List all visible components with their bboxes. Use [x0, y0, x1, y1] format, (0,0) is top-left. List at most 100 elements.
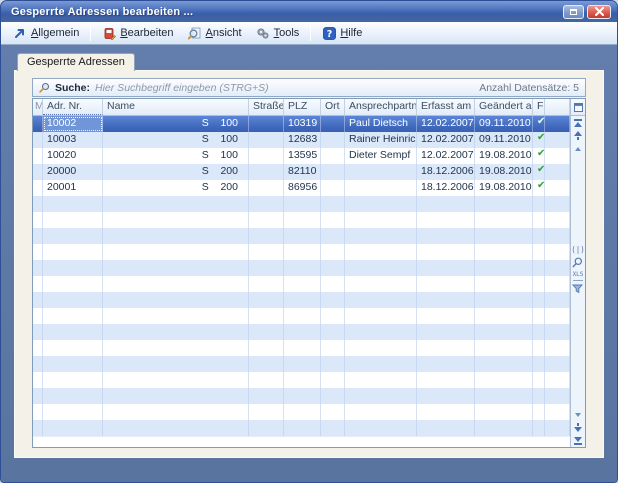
- cell-ansprechpartner[interactable]: [345, 356, 417, 372]
- cell-ansprechpartner[interactable]: [345, 308, 417, 324]
- cell-adr_nr[interactable]: 10020: [43, 148, 103, 164]
- column-header-plz[interactable]: PLZ: [284, 99, 321, 115]
- table-row[interactable]: [33, 404, 570, 420]
- column-header-erfasst_am[interactable]: Erfasst am: [417, 99, 475, 115]
- column-header-filler[interactable]: [545, 99, 570, 115]
- cell-ort[interactable]: [321, 388, 345, 404]
- cell-strasse[interactable]: [249, 420, 284, 436]
- cell-filler[interactable]: [545, 260, 570, 276]
- cell-adr_nr[interactable]: [43, 420, 103, 436]
- table-row[interactable]: [33, 308, 570, 324]
- cell-ort[interactable]: [321, 212, 345, 228]
- scroll-to-top-button[interactable]: [571, 116, 585, 129]
- cell-ort[interactable]: [321, 356, 345, 372]
- cell-f[interactable]: [533, 196, 545, 212]
- cell-plz[interactable]: [284, 324, 321, 340]
- cell-plz[interactable]: [284, 308, 321, 324]
- column-header-geaendert_am[interactable]: Geändert am: [475, 99, 533, 115]
- cell-name[interactable]: [103, 244, 249, 260]
- cell-ort[interactable]: [321, 324, 345, 340]
- cell-f[interactable]: ✔: [533, 164, 545, 180]
- cell-f[interactable]: [533, 356, 545, 372]
- cell-f[interactable]: [533, 388, 545, 404]
- cell-strasse[interactable]: [249, 116, 284, 132]
- cell-geaendert_am[interactable]: [475, 308, 533, 324]
- cell-plz[interactable]: [284, 196, 321, 212]
- cell-ansprechpartner[interactable]: [345, 196, 417, 212]
- cell-ansprechpartner[interactable]: [345, 388, 417, 404]
- cell-adr_nr[interactable]: [43, 388, 103, 404]
- table-row[interactable]: [33, 356, 570, 372]
- cell-ansprechpartner[interactable]: Rainer Heinrich: [345, 132, 417, 148]
- search-input[interactable]: Hier Suchbegriff eingeben (STRG+S): [95, 82, 474, 94]
- cell-ansprechpartner[interactable]: [345, 404, 417, 420]
- cell-f[interactable]: [533, 324, 545, 340]
- cell-strasse[interactable]: [249, 388, 284, 404]
- cell-m[interactable]: [33, 180, 43, 196]
- cell-adr_nr[interactable]: [43, 260, 103, 276]
- cell-plz[interactable]: [284, 212, 321, 228]
- cell-strasse[interactable]: [249, 212, 284, 228]
- cell-name[interactable]: S 100: [103, 132, 249, 148]
- cell-erfasst_am[interactable]: 18.12.2006: [417, 164, 475, 180]
- cell-erfasst_am[interactable]: 12.02.2007: [417, 148, 475, 164]
- cell-strasse[interactable]: [249, 356, 284, 372]
- cell-name[interactable]: [103, 372, 249, 388]
- table-row[interactable]: 20000S 2008211018.12.200619.08.2010✔: [33, 164, 570, 180]
- cell-m[interactable]: [33, 260, 43, 276]
- cell-strasse[interactable]: [249, 244, 284, 260]
- cell-f[interactable]: [533, 308, 545, 324]
- cell-f[interactable]: [533, 404, 545, 420]
- cell-ansprechpartner[interactable]: Dieter Sempf: [345, 148, 417, 164]
- cell-name[interactable]: S 200: [103, 164, 249, 180]
- cell-strasse[interactable]: [249, 228, 284, 244]
- title-bar[interactable]: Gesperrte Adressen bearbeiten ...: [1, 1, 617, 22]
- cell-geaendert_am[interactable]: [475, 260, 533, 276]
- cell-ansprechpartner[interactable]: [345, 372, 417, 388]
- cell-filler[interactable]: [545, 116, 570, 132]
- cell-ort[interactable]: [321, 292, 345, 308]
- cell-ort[interactable]: [321, 228, 345, 244]
- cell-ansprechpartner[interactable]: [345, 244, 417, 260]
- cell-adr_nr[interactable]: [43, 276, 103, 292]
- cell-ansprechpartner[interactable]: [345, 212, 417, 228]
- cell-adr_nr[interactable]: [43, 404, 103, 420]
- fit-columns-icon[interactable]: (|): [571, 246, 585, 254]
- cell-plz[interactable]: [284, 228, 321, 244]
- cell-f[interactable]: [533, 420, 545, 436]
- cell-ort[interactable]: [321, 340, 345, 356]
- cell-filler[interactable]: [545, 372, 570, 388]
- cell-ansprechpartner[interactable]: [345, 164, 417, 180]
- table-row[interactable]: [33, 372, 570, 388]
- cell-strasse[interactable]: [249, 372, 284, 388]
- cell-ort[interactable]: [321, 244, 345, 260]
- cell-adr_nr[interactable]: [43, 356, 103, 372]
- cell-plz[interactable]: [284, 404, 321, 420]
- cell-geaendert_am[interactable]: 19.08.2010: [475, 164, 533, 180]
- cell-adr_nr[interactable]: [43, 324, 103, 340]
- cell-filler[interactable]: [545, 292, 570, 308]
- cell-adr_nr[interactable]: [43, 212, 103, 228]
- cell-m[interactable]: [33, 308, 43, 324]
- cell-plz[interactable]: 86956: [284, 180, 321, 196]
- menu-item-ansicht[interactable]: Ansicht: [182, 24, 248, 42]
- cell-m[interactable]: [33, 420, 43, 436]
- cell-geaendert_am[interactable]: [475, 212, 533, 228]
- cell-erfasst_am[interactable]: [417, 212, 475, 228]
- cell-erfasst_am[interactable]: [417, 260, 475, 276]
- cell-name[interactable]: [103, 420, 249, 436]
- cell-ort[interactable]: [321, 132, 345, 148]
- cell-geaendert_am[interactable]: [475, 356, 533, 372]
- cell-name[interactable]: [103, 356, 249, 372]
- cell-erfasst_am[interactable]: [417, 356, 475, 372]
- cell-f[interactable]: [533, 292, 545, 308]
- cell-filler[interactable]: [545, 324, 570, 340]
- cell-strasse[interactable]: [249, 148, 284, 164]
- cell-f[interactable]: ✔: [533, 180, 545, 196]
- cell-m[interactable]: [33, 372, 43, 388]
- cell-name[interactable]: [103, 260, 249, 276]
- cell-adr_nr[interactable]: [43, 308, 103, 324]
- cell-plz[interactable]: 82110: [284, 164, 321, 180]
- cell-name[interactable]: [103, 308, 249, 324]
- cell-filler[interactable]: [545, 228, 570, 244]
